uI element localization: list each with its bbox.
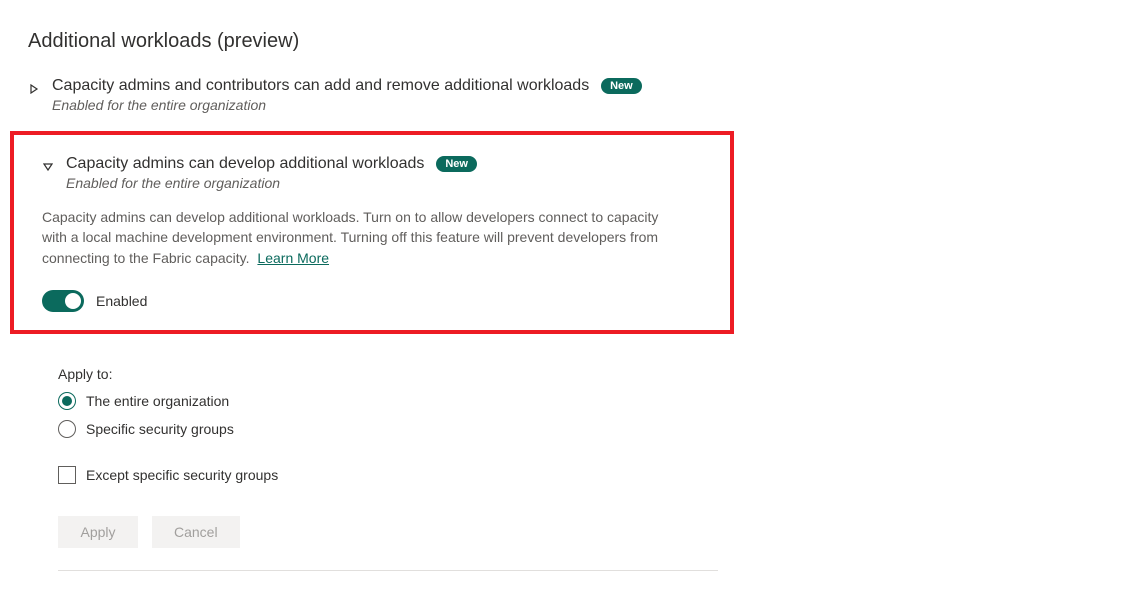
apply-section: Apply to: The entire organization Specif… (58, 366, 1116, 571)
setting-subtitle: Enabled for the entire organization (66, 175, 702, 191)
toggle-knob (65, 293, 81, 309)
section-title: Additional workloads (preview) (28, 30, 1116, 53)
learn-more-link[interactable]: Learn More (257, 250, 329, 266)
caret-down-icon (42, 161, 54, 173)
radio-icon (58, 420, 76, 438)
radio-specific-groups[interactable]: Specific security groups (58, 420, 1116, 438)
cancel-button[interactable]: Cancel (152, 516, 240, 548)
checkbox-except-groups[interactable]: Except specific security groups (58, 466, 1116, 484)
setting-row-develop[interactable]: Capacity admins can develop additional w… (42, 151, 702, 195)
setting-row-add-remove[interactable]: Capacity admins and contributors can add… (28, 73, 1116, 117)
highlighted-setting-box: Capacity admins can develop additional w… (10, 131, 734, 334)
enabled-toggle[interactable] (42, 290, 84, 312)
description-text: Capacity admins can develop additional w… (42, 209, 658, 266)
radio-entire-org[interactable]: The entire organization (58, 392, 1116, 410)
setting-description: Capacity admins can develop additional w… (42, 207, 662, 268)
setting-subtitle: Enabled for the entire organization (52, 97, 1116, 113)
checkbox-icon (58, 466, 76, 484)
toggle-label: Enabled (96, 293, 147, 309)
caret-right-icon (28, 83, 40, 95)
new-badge: New (601, 78, 642, 94)
radio-icon (58, 392, 76, 410)
new-badge: New (436, 156, 477, 172)
setting-title-develop: Capacity admins can develop additional w… (66, 155, 424, 172)
radio-label-entire: The entire organization (86, 393, 229, 409)
apply-to-label: Apply to: (58, 366, 1116, 382)
radio-label-groups: Specific security groups (86, 421, 234, 437)
checkbox-label-except: Except specific security groups (86, 467, 278, 483)
apply-button[interactable]: Apply (58, 516, 138, 548)
divider (58, 570, 718, 571)
setting-title-add-remove: Capacity admins and contributors can add… (52, 77, 589, 94)
